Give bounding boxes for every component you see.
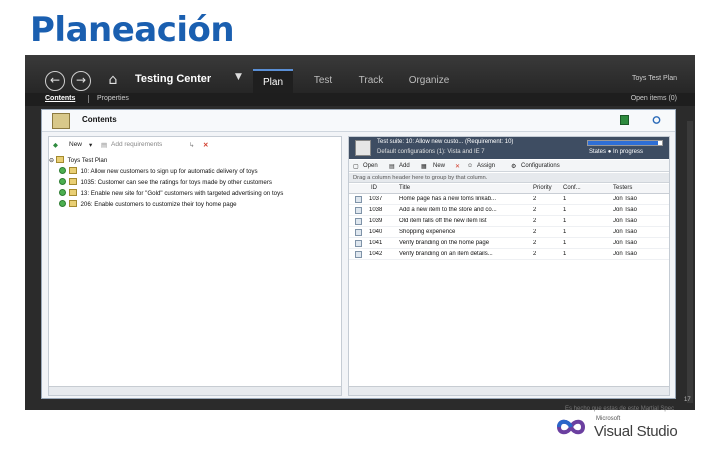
new-test-icon[interactable]: ▦ <box>421 163 427 170</box>
table-row[interactable]: 1040 Shopping experience 2 1 Jon Tsao <box>349 228 669 238</box>
suite-title: Test suite: 10: Allow new custo... (Requ… <box>377 139 514 145</box>
sub-navigation: Contents | Properties Open items (0) <box>25 93 695 106</box>
test-case-icon <box>355 240 362 247</box>
back-button[interactable]: ← <box>45 71 65 91</box>
column-configurations[interactable]: Conf... <box>563 185 581 191</box>
tab-plan[interactable]: Plan <box>253 69 293 93</box>
home-icon[interactable]: ⌂ <box>105 72 121 88</box>
grid-header: ID Title Priority Conf... Testers <box>349 184 669 194</box>
grid-horizontal-scrollbar[interactable] <box>349 386 669 395</box>
back-arrow-icon: ← <box>49 73 61 87</box>
open-icon[interactable]: ▢ <box>353 163 359 170</box>
open-button[interactable]: Open <box>363 163 378 169</box>
testing-center-window: ← → ⌂ Testing Center ▼ Plan Test Track O… <box>25 55 695 410</box>
group-by-hint[interactable]: Drag a column header here to group by th… <box>349 173 669 183</box>
subnav-separator: | <box>87 94 90 103</box>
excel-export-icon[interactable] <box>620 115 629 125</box>
visual-studio-logo-icon <box>556 419 586 435</box>
table-row[interactable]: 1042 Verify branding on an item details.… <box>349 250 669 260</box>
requirement-icon <box>68 178 77 185</box>
tab-organize[interactable]: Organize <box>401 69 457 93</box>
contents-panel-header: Contents <box>42 110 675 132</box>
test-case-icon <box>355 229 362 236</box>
states-selector[interactable]: States ● In progress <box>589 149 643 155</box>
top-bar: ← → ⌂ Testing Center ▼ Plan Test Track O… <box>25 55 695 93</box>
tree-node-suite[interactable]: 206: Enable customers to customize their… <box>59 200 237 211</box>
test-cases-pane: Test suite: 10: Allow new custo... (Requ… <box>348 136 670 396</box>
column-testers[interactable]: Testers <box>613 185 632 191</box>
default-configurations-link[interactable]: Default configurations (1): Vista and IE… <box>377 149 485 155</box>
screenshot-caption: Es hecho que estas de este Martial Spec <box>565 406 675 412</box>
configurations-button[interactable]: Configurations <box>521 163 560 169</box>
add-button[interactable]: Add <box>399 163 410 169</box>
tree-node-root[interactable]: ⊖ Toys Test Plan <box>49 156 107 167</box>
test-plan-name[interactable]: Toys Test Plan <box>632 75 677 82</box>
new-test-button[interactable]: New <box>433 163 445 169</box>
visual-studio-label: Visual Studio <box>594 423 678 440</box>
states-value: In progress <box>612 149 643 155</box>
forward-arrow-icon: → <box>75 73 87 87</box>
app-title[interactable]: Testing Center <box>135 73 211 85</box>
suite-status-icon <box>59 167 66 174</box>
test-case-icon <box>355 251 362 258</box>
open-items-link[interactable]: Open items (0) <box>631 95 677 102</box>
app-menu-caret-icon[interactable]: ▼ <box>235 72 242 82</box>
column-priority[interactable]: Priority <box>533 185 552 191</box>
requirement-icon <box>68 189 77 196</box>
add-requirements-button[interactable]: Add requirements <box>111 141 162 148</box>
table-row[interactable]: 1037 Home page has a new toms linkab... … <box>349 195 669 205</box>
test-case-icon <box>355 196 362 203</box>
add-icon[interactable]: ▤ <box>389 163 395 170</box>
column-id[interactable]: ID <box>371 185 377 191</box>
forward-button[interactable]: → <box>71 71 91 91</box>
suite-status-icon <box>59 178 66 185</box>
tree-horizontal-scrollbar[interactable] <box>49 386 341 395</box>
tree-node-suite[interactable]: 1035: Customer can see the ratings for t… <box>59 178 272 189</box>
plan-folder-icon <box>55 156 64 163</box>
table-row[interactable]: 1039 Old item falls off the new item lis… <box>349 217 669 227</box>
table-row[interactable]: 1041 Verify branding on the home page 2 … <box>349 239 669 249</box>
suite-progress-bar <box>587 140 663 146</box>
assign-icon[interactable]: ☺ <box>467 163 473 169</box>
requirement-icon <box>68 167 77 174</box>
subnav-properties[interactable]: Properties <box>97 95 129 102</box>
requirement-icon <box>68 200 77 207</box>
tab-test[interactable]: Test <box>305 69 341 93</box>
delete-icon[interactable]: ✕ <box>203 141 208 149</box>
new-dropdown-icon[interactable]: ▾ <box>89 141 92 149</box>
column-title[interactable]: Title <box>399 185 410 191</box>
test-case-icon <box>355 207 362 214</box>
test-case-icon <box>355 218 362 225</box>
expand-icon[interactable]: ⊖ <box>49 157 54 164</box>
refresh-icon[interactable] <box>652 115 661 125</box>
suite-progress-fill <box>588 141 659 145</box>
suite-tree-pane: ◆ New ▾ ▤ Add requirements ↳ ✕ ⊖ Toys Te… <box>48 136 342 396</box>
contents-icon <box>52 113 70 129</box>
configurations-icon[interactable]: ⚙ <box>511 163 516 170</box>
new-suite-icon[interactable]: ◆ <box>53 141 58 149</box>
contents-title: Contents <box>82 115 117 124</box>
states-label: States <box>589 149 607 155</box>
assign-button[interactable]: Assign <box>477 163 495 169</box>
window-vertical-scrollbar[interactable] <box>687 121 693 403</box>
remove-icon[interactable]: ✕ <box>455 163 460 170</box>
microsoft-label: Microsoft <box>596 416 621 422</box>
tree-node-suite[interactable]: 10: Allow new customers to sign up for a… <box>59 167 258 178</box>
test-case-toolbar: ▢ Open ▤ Add ▦ New ✕ ☺ Assign ⚙ Configur… <box>349 160 669 172</box>
suite-status-icon <box>59 200 66 207</box>
table-row[interactable]: 1038 Add a new item to the store and co.… <box>349 206 669 216</box>
tab-track[interactable]: Track <box>351 69 391 93</box>
contents-panel: Contents ◆ New ▾ ▤ Add requirements ↳ ✕ … <box>41 109 676 399</box>
link-icon[interactable]: ↳ <box>189 141 194 149</box>
slide-title: Planeación <box>30 10 235 50</box>
tree-node-suite[interactable]: 13: Enable new site for "Gold" customers… <box>59 189 283 200</box>
suite-status-icon <box>59 189 66 196</box>
suite-header: Test suite: 10: Allow new custo... (Requ… <box>349 137 669 159</box>
tree-toolbar: ◆ New ▾ ▤ Add requirements ↳ ✕ <box>49 137 341 153</box>
new-button[interactable]: New <box>69 141 82 148</box>
add-requirements-icon[interactable]: ▤ <box>101 141 107 149</box>
slide-number: 17 <box>684 397 691 403</box>
subnav-contents[interactable]: Contents <box>45 95 75 102</box>
suite-icon <box>355 140 371 156</box>
